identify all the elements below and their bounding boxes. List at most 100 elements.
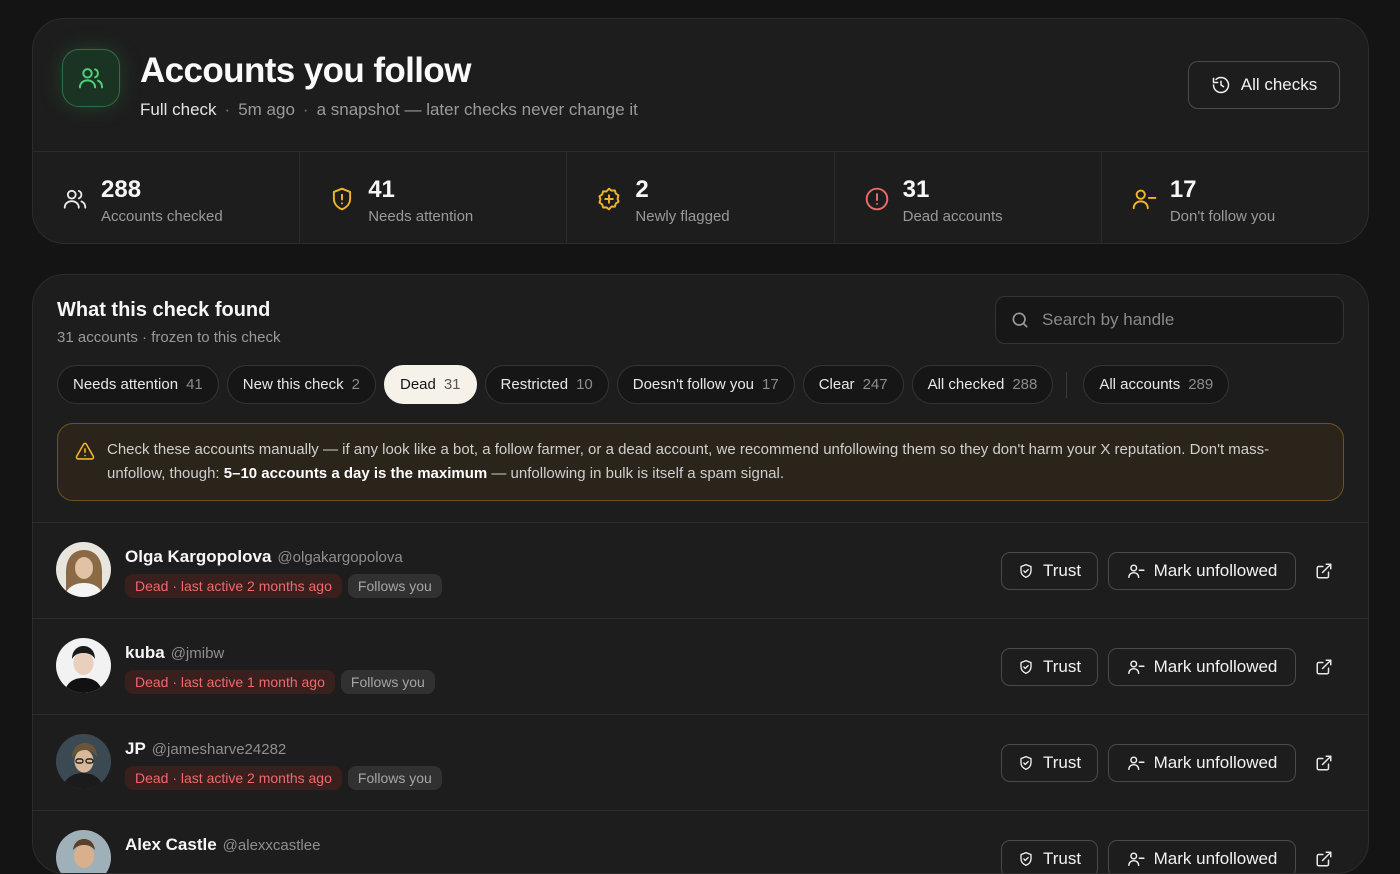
stat-label: Accounts checked (101, 208, 223, 225)
filter-chips: Needs attention 41 New this check 2 Dead 31… (57, 365, 1230, 404)
filter-dead[interactable]: Dead 31 (383, 365, 477, 404)
history-icon (1212, 76, 1229, 94)
chip-count: 2 (351, 376, 360, 393)
trust-button[interactable]: Trust (1001, 840, 1098, 873)
trust-label: Trust (1042, 657, 1082, 676)
trust-label: Trust (1042, 561, 1082, 580)
mark-unfollowed-label: Mark unfollowed (1153, 561, 1278, 580)
users-icon (62, 49, 120, 107)
chip-label: All checked (927, 376, 1005, 393)
external-link-icon[interactable] (1315, 850, 1333, 868)
follows-you-badge: Follows you (347, 766, 442, 790)
mark-unfollowed-label: Mark unfollowed (1153, 849, 1278, 868)
snapshot-note: a snapshot — later checks never change i… (316, 100, 638, 119)
shield-check-icon (1020, 756, 1032, 770)
page-title: Accounts you follow (140, 51, 471, 90)
mark-unfollowed-button[interactable]: Mark unfollowed (1108, 552, 1296, 590)
all-checks-button[interactable]: All checks (1188, 61, 1340, 109)
warning-notice: Check these accounts manually — if any l… (57, 423, 1344, 501)
trust-label: Trust (1042, 849, 1082, 868)
filter-all-accounts[interactable]: All accounts 289 (1083, 365, 1230, 404)
dead-status-badge: Dead · last active 2 months ago (125, 766, 342, 790)
mark-unfollowed-button[interactable]: Mark unfollowed (1108, 744, 1296, 782)
search-input[interactable] (1042, 310, 1312, 330)
chip-label: Needs attention (73, 376, 179, 393)
chip-divider (1066, 371, 1068, 398)
chip-count: 289 (1188, 376, 1214, 393)
user-minus-icon (1132, 189, 1157, 210)
account-row: JP @jamesharve24282 Dead · last active 2 … (33, 714, 1368, 810)
account-name: JP @jamesharve24282 (125, 739, 286, 759)
display-name: JP (125, 739, 146, 758)
chip-count: 10 (576, 376, 593, 393)
warning-triangle-icon (75, 442, 95, 460)
chip-label: Doesn't follow you (632, 376, 755, 393)
stat-label: Needs attention (368, 208, 474, 225)
account-row: kuba @jmibw Dead · last active 1 month ag… (33, 618, 1368, 714)
avatar (56, 734, 111, 789)
stat-value: 17 (1169, 176, 1197, 203)
account-handle: @jamesharve24282 (151, 741, 287, 758)
mark-unfollowed-button[interactable]: Mark unfollowed (1108, 840, 1296, 873)
stats-row: 288 Accounts checked 41 Needs attention … (33, 151, 1368, 243)
stat-label: Dead accounts (902, 208, 1003, 225)
avatar (56, 638, 111, 693)
account-name: kuba @jmibw (125, 643, 224, 663)
shield-check-icon (1020, 564, 1032, 578)
account-handle: @jmibw (170, 645, 225, 662)
account-tags: Dead · last active 2 months ago Follows … (125, 766, 442, 790)
stat-label: Don't follow you (1169, 208, 1276, 225)
stat-value: 2 (635, 176, 649, 203)
filter-all-checked[interactable]: All checked 288 (911, 365, 1054, 404)
filter-doesnt-follow-you[interactable]: Doesn't follow you 17 (616, 365, 795, 404)
filter-clear[interactable]: Clear 247 (802, 365, 904, 404)
external-link-icon[interactable] (1315, 658, 1333, 676)
stat-value: 31 (902, 176, 930, 203)
avatar (56, 830, 111, 873)
mark-unfollowed-label: Mark unfollowed (1153, 657, 1278, 676)
stat-dead-accounts: 31 Dead accounts (835, 152, 1102, 243)
filter-needs-attention[interactable]: Needs attention 41 (57, 365, 219, 404)
search-box[interactable] (995, 296, 1344, 344)
trust-button[interactable]: Trust (1001, 648, 1098, 686)
chip-label: All accounts (1099, 376, 1181, 393)
trust-label: Trust (1042, 753, 1082, 772)
search-icon (1012, 312, 1028, 328)
chip-count: 247 (862, 376, 888, 393)
stat-dont-follow-you: 17 Don't follow you (1102, 152, 1368, 243)
external-link-icon[interactable] (1315, 562, 1333, 580)
filter-restricted[interactable]: Restricted 10 (484, 365, 609, 404)
check-type: Full check (140, 100, 217, 119)
check-meta: Full check · 5m ago · a snapshot — later che… (140, 100, 638, 119)
mark-unfollowed-label: Mark unfollowed (1153, 753, 1278, 772)
display-name: Alex Castle (125, 835, 217, 854)
account-handle: @alexxcastlee (222, 837, 321, 854)
stat-needs-attention: 41 Needs attention (300, 152, 568, 243)
notice-emphasis: 5–10 accounts a day is the maximum (223, 465, 488, 482)
section-title: What this check found (57, 299, 271, 321)
account-tags: Dead · last active 2 months ago Follows … (125, 574, 442, 598)
stat-value: 41 (368, 176, 395, 203)
summary-card: Accounts you follow Full check · 5m ago · a … (32, 18, 1369, 244)
stat-label: Newly flagged (635, 208, 730, 225)
follows-you-badge: Follows you (347, 574, 442, 598)
stat-value: 288 (101, 176, 142, 203)
trust-button[interactable]: Trust (1001, 744, 1098, 782)
chip-count: 31 (443, 376, 461, 393)
section-subtitle: 31 accounts · frozen to this check (57, 329, 281, 346)
shield-check-icon (1020, 660, 1032, 674)
chip-label: New this check (242, 376, 344, 393)
trust-button[interactable]: Trust (1001, 552, 1098, 590)
chip-count: 41 (186, 376, 203, 393)
user-minus-icon (1127, 852, 1145, 867)
display-name: Olga Kargopolova (125, 547, 272, 566)
external-link-icon[interactable] (1315, 754, 1333, 772)
shield-alert-icon (333, 187, 352, 211)
dead-status-badge: Dead · last active 2 months ago (125, 574, 342, 598)
badge-plus-icon (598, 187, 620, 211)
findings-card: What this check found 31 accounts · froz… (32, 274, 1369, 874)
user-minus-icon (1127, 660, 1145, 675)
filter-new-this-check[interactable]: New this check 2 (226, 365, 376, 404)
stat-newly-flagged: 2 Newly flagged (567, 152, 835, 243)
mark-unfollowed-button[interactable]: Mark unfollowed (1108, 648, 1296, 686)
